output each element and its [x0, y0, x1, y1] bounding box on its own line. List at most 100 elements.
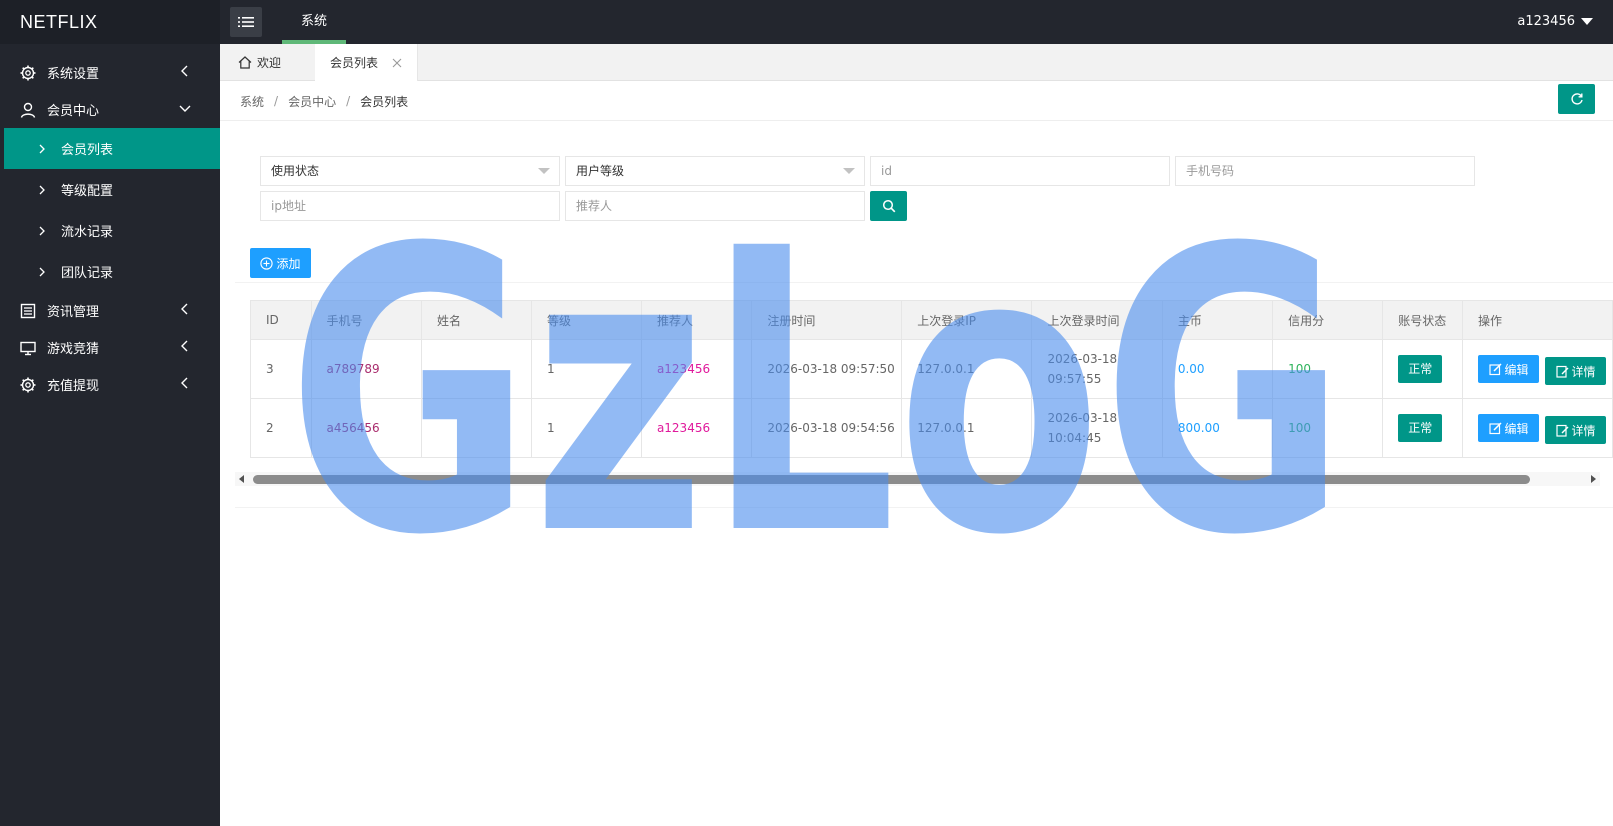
cell-id: 3	[250, 339, 312, 399]
detail-button-label: 详情	[1571, 364, 1596, 379]
menu-toggle-button[interactable]	[230, 7, 262, 37]
cell-last-login: 2026-03-18 09:57:55	[1031, 339, 1163, 399]
edit-button[interactable]: 编辑	[1478, 355, 1540, 383]
chevron-left-icon	[181, 303, 188, 315]
sidebar-item-team-records[interactable]: 团队记录	[0, 251, 220, 292]
refresh-icon	[1570, 93, 1583, 105]
top-nav-tab-system[interactable]: 系统	[282, 0, 346, 44]
refresh-button[interactable]	[1558, 84, 1595, 114]
chevron-left-icon	[181, 377, 188, 389]
add-button-label: 添加	[276, 256, 301, 271]
cell-last-ip: 127.0.0.1	[901, 339, 1033, 399]
id-input[interactable]: id	[870, 156, 1170, 186]
tab-label: 会员列表	[330, 56, 379, 70]
sidebar-group-label: 充值提现	[47, 379, 100, 394]
column-header[interactable]: 姓名	[420, 300, 532, 340]
status-select-value: 使用状态	[271, 164, 320, 178]
sidebar-group-game-guess[interactable]: 游戏竞猜	[0, 329, 220, 366]
status-toggle-button[interactable]: 正常	[1398, 355, 1443, 383]
cell-last-login: 2026-03-18 10:04:45	[1031, 398, 1163, 458]
user-icon	[20, 102, 36, 118]
cell-last-ip: 127.0.0.1	[901, 398, 1033, 458]
cell-name	[420, 339, 532, 399]
sidebar-group-system-settings[interactable]: 系统设置	[0, 54, 220, 91]
home-icon	[238, 56, 252, 69]
column-header[interactable]: 等级	[530, 300, 642, 340]
ip-input[interactable]: ip地址	[260, 191, 560, 221]
cell-level: 1	[530, 339, 642, 399]
tab-member-list[interactable]: 会员列表	[315, 44, 418, 81]
monitor-icon	[20, 340, 36, 356]
status-select[interactable]: 使用状态	[260, 156, 560, 186]
phone-input[interactable]: 手机号码	[1175, 156, 1475, 186]
user-menu[interactable]: a123456	[1517, 0, 1593, 44]
sidebar-item-label: 会员列表	[61, 143, 114, 158]
page-tabbar: 欢迎 会员列表	[220, 44, 1613, 81]
breadcrumb-separator: /	[274, 94, 279, 108]
cell-reg-time: 2026-03-18 09:57:50	[751, 339, 903, 399]
cell-coin: 800.00	[1161, 398, 1274, 458]
top-header: NETFLIX 系统 a123456	[0, 0, 1613, 44]
table-row: 2 a456456 1 a123456 2026-03-18 09:54:56 …	[250, 398, 1613, 458]
column-header[interactable]: 信用分	[1272, 300, 1384, 340]
cell-referrer: a123456	[640, 339, 753, 399]
sidebar-item-label: 等级配置	[61, 184, 114, 199]
cell-phone: a456456	[310, 398, 422, 458]
sidebar-item-level-config[interactable]: 等级配置	[0, 169, 220, 210]
column-header[interactable]: 手机号	[310, 300, 422, 340]
cell-phone: a789789	[310, 339, 422, 399]
detail-icon	[1555, 365, 1568, 378]
column-header: 操作	[1462, 300, 1613, 340]
chevron-left-icon	[181, 65, 188, 77]
column-header[interactable]: 注册时间	[751, 300, 903, 340]
status-toggle-button[interactable]: 正常	[1398, 414, 1443, 442]
sidebar-item-label: 流水记录	[61, 225, 114, 240]
chevron-right-icon	[39, 226, 45, 235]
sidebar-group-label: 会员中心	[47, 104, 100, 119]
chevron-down-icon	[179, 105, 191, 112]
chevron-right-icon	[39, 267, 45, 276]
cell-credit: 100	[1272, 339, 1384, 399]
referrer-input[interactable]: 推荐人	[565, 191, 865, 221]
column-header[interactable]: 账号状态	[1382, 300, 1464, 340]
scroll-left-arrow-icon[interactable]	[239, 475, 244, 483]
member-table: ID 手机号 姓名 等级 推荐人 注册时间 上次登录IP 上次登录时间 主币 信…	[250, 300, 1613, 458]
scroll-right-arrow-icon[interactable]	[1591, 475, 1596, 483]
sidebar-item-transactions[interactable]: 流水记录	[0, 210, 220, 251]
sidebar-item-member-list[interactable]: 会员列表	[4, 128, 220, 169]
table-horizontal-scrollbar[interactable]	[235, 472, 1600, 486]
sidebar-group-news[interactable]: 资讯管理	[0, 292, 220, 329]
add-button[interactable]: 添加	[250, 248, 311, 278]
level-select[interactable]: 用户等级	[565, 156, 865, 186]
gear-icon	[20, 377, 36, 393]
gear-icon	[20, 65, 36, 81]
breadcrumb-separator: /	[346, 94, 351, 108]
app-logo: NETFLIX	[0, 0, 220, 44]
edit-icon	[1488, 421, 1502, 434]
column-header[interactable]: 主币	[1161, 300, 1274, 340]
detail-button[interactable]: 详情	[1545, 416, 1607, 444]
sidebar-group-member-center[interactable]: 会员中心	[0, 91, 220, 128]
edit-button[interactable]: 编辑	[1478, 414, 1540, 442]
scrollbar-thumb[interactable]	[253, 475, 1530, 484]
column-header[interactable]: 推荐人	[640, 300, 753, 340]
news-icon	[20, 303, 36, 319]
column-header[interactable]: 上次登录时间	[1031, 300, 1163, 340]
table-header-row: ID 手机号 姓名 等级 推荐人 注册时间 上次登录IP 上次登录时间 主币 信…	[250, 300, 1613, 340]
search-button[interactable]	[870, 191, 907, 221]
sidebar-group-recharge-withdraw[interactable]: 充值提现	[0, 366, 220, 403]
cell-id: 2	[250, 398, 312, 458]
cell-credit: 100	[1272, 398, 1384, 458]
breadcrumb-item[interactable]: 会员中心	[288, 93, 336, 110]
detail-button[interactable]: 详情	[1545, 357, 1607, 385]
edit-button-label: 编辑	[1504, 421, 1529, 436]
sidebar: 系统设置 会员中心 会员列表 等级配置 流水记录 团队记录 资讯管理 游戏竞猜	[0, 44, 220, 826]
breadcrumb-item[interactable]: 系统	[240, 93, 264, 110]
search-icon	[882, 199, 895, 213]
close-icon[interactable]	[392, 58, 402, 68]
tab-label: 欢迎	[257, 56, 282, 70]
tab-welcome[interactable]: 欢迎	[238, 44, 281, 81]
breadcrumb: 系统 / 会员中心 / 会员列表	[220, 82, 1613, 121]
column-header[interactable]: 上次登录IP	[901, 300, 1033, 340]
column-header[interactable]: ID	[250, 300, 312, 340]
